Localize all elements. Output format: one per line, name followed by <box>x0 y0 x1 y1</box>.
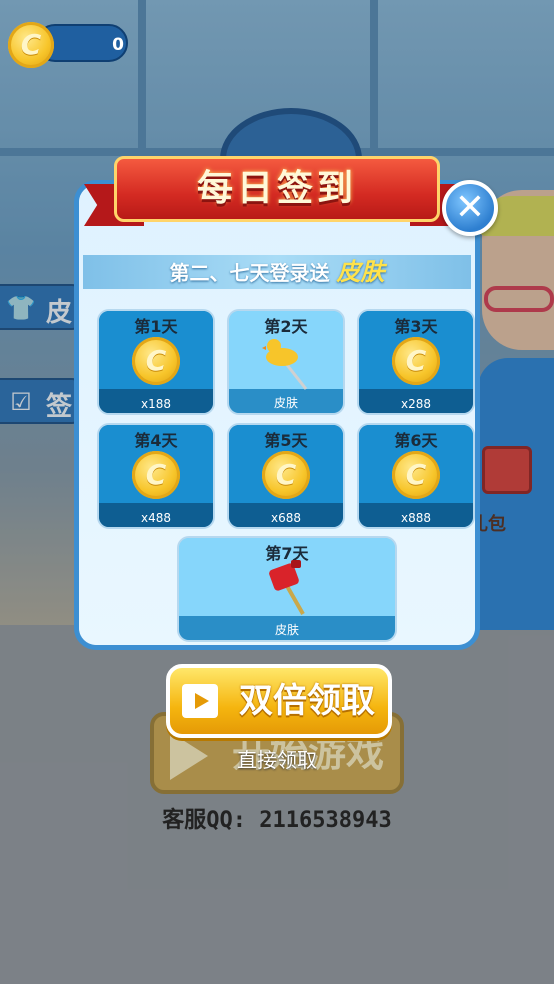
direct-claim-link[interactable]: 直接领取 <box>200 745 354 775</box>
close-button[interactable]: ✕ <box>442 180 498 236</box>
coin-icon <box>262 451 310 499</box>
subtitle-bar: 第二、七天登录送 皮肤 <box>83 255 471 289</box>
day-card-4[interactable]: 第4天 x488 <box>97 423 215 529</box>
day-title: 第1天 <box>134 317 178 336</box>
duck-skin-icon <box>262 339 308 390</box>
title-ribbon: 每日签到 <box>84 150 470 232</box>
video-icon <box>182 684 218 718</box>
double-claim-label: 双倍领取 <box>239 681 375 721</box>
day-reward: 皮肤 <box>274 623 299 637</box>
coin-counter: 0 <box>8 22 128 68</box>
day-card-2[interactable]: 第2天 皮肤 <box>227 309 345 415</box>
day-title: 第5天 <box>264 431 308 450</box>
daily-signin-modal: 第二、七天登录送 皮肤 第1天 x188 第2天 皮肤 第3天 x288 第4天… <box>74 180 480 650</box>
customer-service-text: 客服QQ: 2116538943 <box>162 808 392 833</box>
day-reward: x288 <box>400 397 431 411</box>
day-card-5[interactable]: 第5天 x688 <box>227 423 345 529</box>
day-reward: 皮肤 <box>273 396 298 410</box>
double-claim-button[interactable]: 双倍领取 <box>166 664 392 738</box>
coin-icon <box>132 451 180 499</box>
day-reward: x188 <box>140 397 171 411</box>
day-card-6[interactable]: 第6天 x888 <box>357 423 475 529</box>
coin-icon <box>392 337 440 385</box>
close-icon: ✕ <box>454 187 486 228</box>
subtitle-highlight: 皮肤 <box>336 258 385 286</box>
coin-icon <box>392 451 440 499</box>
coin-icon <box>132 337 180 385</box>
day-reward: x688 <box>270 511 301 525</box>
day-title: 第6天 <box>394 431 438 450</box>
day-reward: x488 <box>140 511 171 525</box>
day-card-3[interactable]: 第3天 x288 <box>357 309 475 415</box>
modal-title: 每日签到 <box>196 168 357 209</box>
coin-icon <box>8 22 54 68</box>
coin-count: 0 <box>112 35 124 55</box>
day-card-1[interactable]: 第1天 x188 <box>97 309 215 415</box>
red-skin-icon <box>269 560 305 615</box>
day-title: 第3天 <box>394 317 438 336</box>
day-title: 第4天 <box>134 431 178 450</box>
day-reward: x888 <box>400 511 431 525</box>
day-card-7[interactable]: 第7天 皮肤 <box>177 536 397 642</box>
modal-subtitle: 第二、七天登录送 皮肤 <box>169 258 385 286</box>
